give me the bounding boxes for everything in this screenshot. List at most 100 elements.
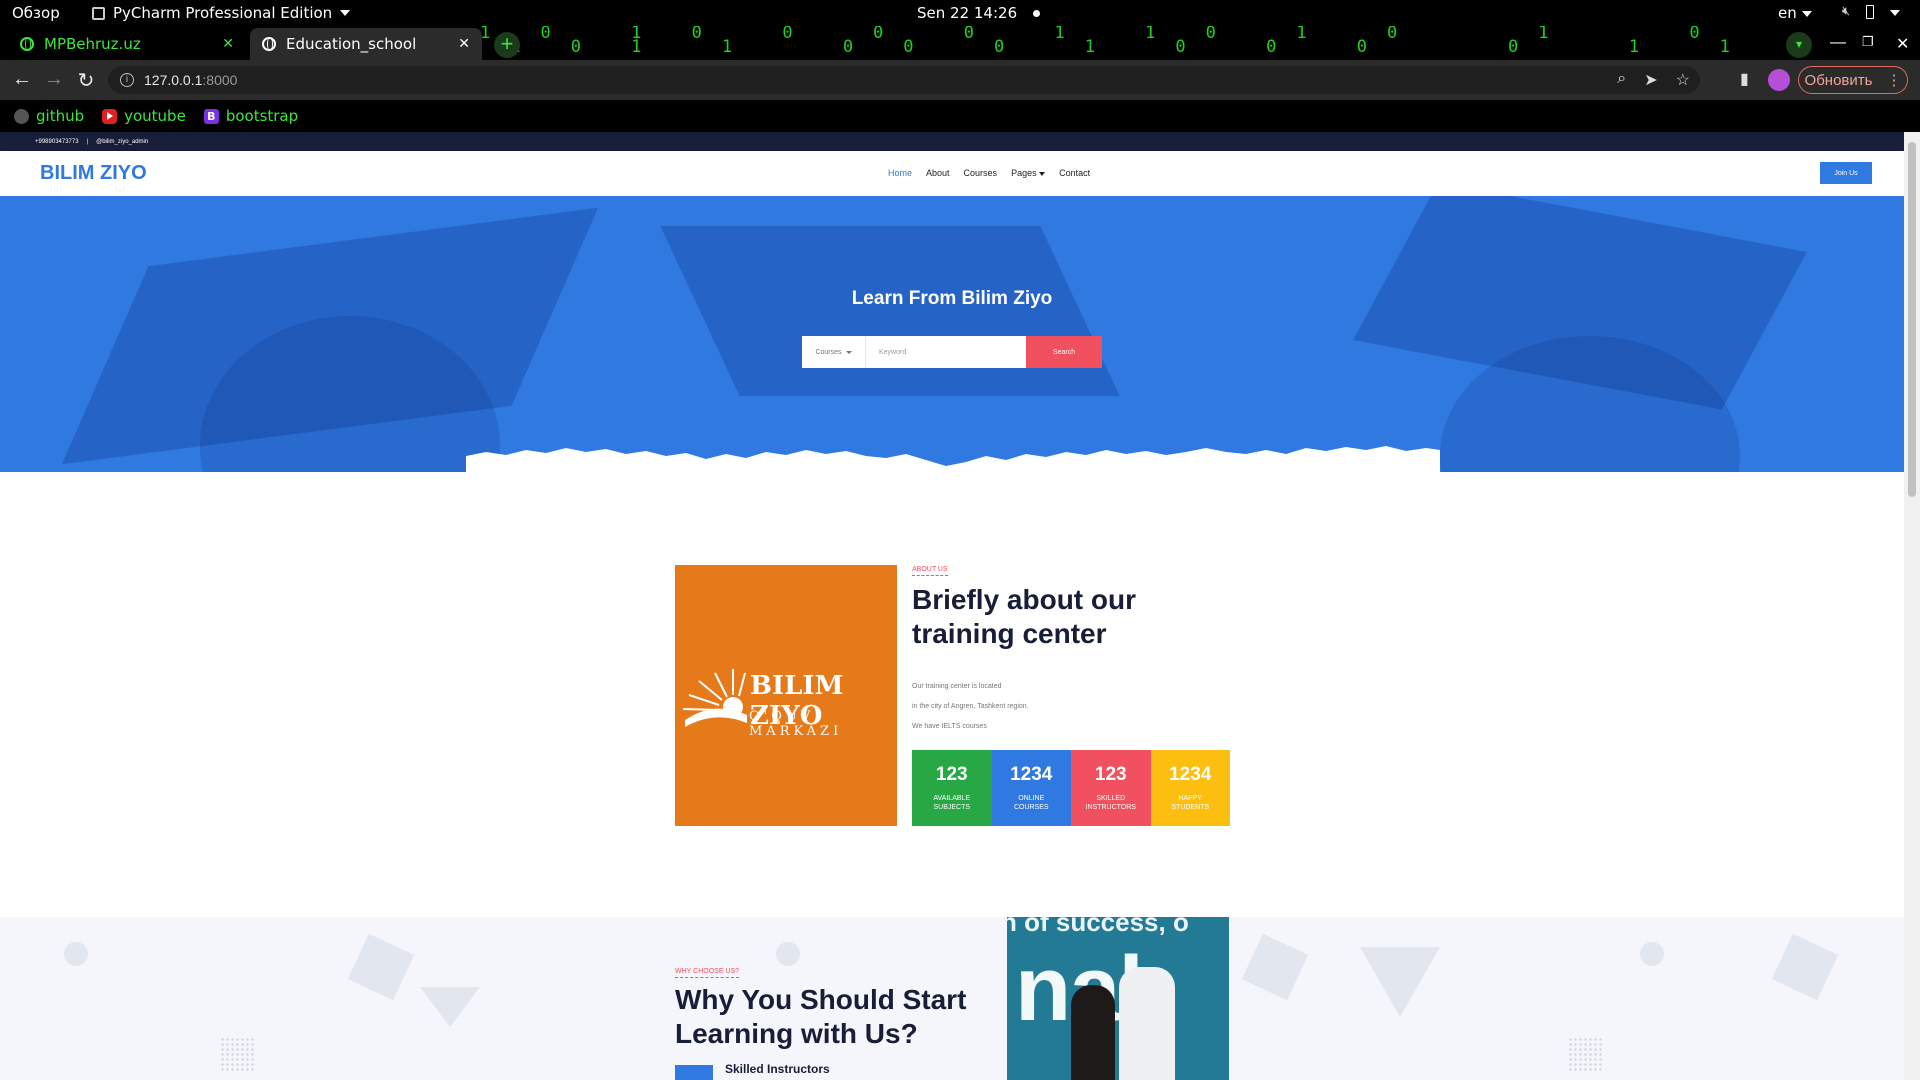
reload-icon[interactable]: ↻ <box>74 68 98 93</box>
new-tab-button[interactable]: + <box>494 32 520 58</box>
decorative-dots <box>1568 1037 1602 1071</box>
tab-mpbehruz[interactable]: MPBehruz.uz ✕ <box>8 28 246 60</box>
nav-pages[interactable]: Pages <box>1011 168 1046 178</box>
system-tray[interactable]: 🔇︎ <box>1842 4 1901 19</box>
language-selector[interactable]: en <box>1778 4 1812 22</box>
join-us-button[interactable]: Join Us <box>1820 162 1872 184</box>
update-button[interactable]: Обновить ⋮ <box>1798 66 1908 94</box>
url-port: :8000 <box>202 72 238 88</box>
course-category-select[interactable]: Courses <box>802 336 866 368</box>
feature-title: Skilled Instructors <box>725 1062 830 1076</box>
brand-logo[interactable]: BILIM ZIYO <box>40 162 147 185</box>
nav-courses[interactable]: Courses <box>964 168 998 178</box>
separator: | <box>86 138 89 145</box>
decorative-circle <box>776 942 800 966</box>
profile-avatar[interactable] <box>1768 69 1790 91</box>
why-kicker: WHY CHOOSE US? <box>675 968 740 978</box>
nav-home[interactable]: Home <box>888 168 912 178</box>
close-window-icon[interactable]: ✕ <box>1896 34 1909 54</box>
omnibox-actions: ⌕ ➤ ☆ <box>1617 70 1690 90</box>
url-text: 127.0.0.1:8000 <box>144 72 237 88</box>
close-tab-icon[interactable]: ✕ <box>458 36 470 52</box>
stats-row: 123 AVAILABLE SUBJECTS 1234 ONLINE COURS… <box>912 750 1230 826</box>
chevron-down-icon <box>1890 10 1901 16</box>
os-top-bar: Обзор PyCharm Professional Edition Sen 2… <box>0 0 1920 26</box>
student-figure <box>1071 985 1115 1080</box>
tab-education-school[interactable]: Education_school ✕ <box>250 28 482 60</box>
stat-label: SKILLED INSTRUCTORS <box>1085 795 1136 811</box>
youtube-icon <box>102 108 118 124</box>
phone-number[interactable]: +998903473773 <box>35 139 79 145</box>
select-label: Courses <box>815 348 842 356</box>
about-kicker: ABOUT US <box>912 566 948 576</box>
side-panel-icon[interactable]: ▮ <box>1740 69 1749 89</box>
page-scrollbar[interactable] <box>1904 132 1920 1080</box>
nav-contact[interactable]: Contact <box>1059 168 1090 178</box>
hero-title: Learn From Bilim Ziyo <box>851 288 1053 309</box>
why-heading: Why You Should Start Learning with Us? <box>675 984 967 1049</box>
send-icon[interactable]: ➤ <box>1644 70 1657 90</box>
tab-title: Education_school <box>286 35 417 53</box>
decorative-diamond <box>1241 933 1309 1001</box>
globe-icon <box>262 37 276 51</box>
restore-icon[interactable]: ❐ <box>1862 34 1874 50</box>
pycharm-icon <box>92 6 105 20</box>
chevron-down-icon <box>1039 171 1046 176</box>
stat-number: 123 <box>935 764 968 785</box>
stat-subjects: 123 AVAILABLE SUBJECTS <box>912 750 992 826</box>
about-paragraph: in the city of Angren, Tashkent region. <box>912 703 1029 710</box>
clock[interactable]: Sen 22 14:26 <box>917 4 1041 22</box>
keyword-input[interactable]: Keyword <box>866 336 1026 368</box>
decorative-diamond <box>1771 933 1839 1001</box>
volume-muted-icon: 🔇︎ <box>1842 4 1851 19</box>
site-info-icon[interactable]: i <box>120 73 134 87</box>
stat-number: 123 <box>1094 764 1127 785</box>
app-name: PyCharm Professional Edition <box>113 4 333 22</box>
bookmark-youtube[interactable]: youtube <box>102 107 186 125</box>
app-menu[interactable]: PyCharm Professional Edition <box>92 4 351 22</box>
stat-label: HAPPY STUDENTS <box>1171 795 1210 811</box>
tab-search-button[interactable]: ▾ <box>1786 32 1812 58</box>
site-navbar: BILIM ZIYO Home About Courses Pages Cont… <box>0 151 1904 196</box>
main-menu: Home About Courses Pages Contact <box>888 168 1090 178</box>
telegram-handle[interactable]: @bilim_ziyo_admin <box>96 139 148 145</box>
instructor-feature-icon <box>675 1065 713 1080</box>
page-viewport: +998903473773 | @bilim_ziyo_admin BILIM … <box>0 132 1904 1080</box>
course-search-form: Courses Keyword Search <box>802 336 1102 368</box>
search-button[interactable]: Search <box>1026 336 1102 368</box>
matrix-wallpaper: 1 0 1 0 0 0 0 1 1 0 1 0 1 0 1 0 1 1 0 1 … <box>480 26 1750 57</box>
forward-icon[interactable]: → <box>42 68 66 91</box>
chevron-down-icon <box>845 350 852 354</box>
decorative-circle <box>1640 942 1664 966</box>
chevron-down-icon <box>1801 10 1812 17</box>
language-label: en <box>1778 4 1797 22</box>
bookmark-github[interactable]: github <box>14 107 84 125</box>
bookmark-star-icon[interactable]: ☆ <box>1676 70 1690 90</box>
nav-pages-label: Pages <box>1011 168 1037 178</box>
minimize-icon[interactable]: — <box>1830 34 1846 52</box>
zoom-icon[interactable]: ⌕ <box>1617 70 1626 90</box>
more-menu-icon: ⋮ <box>1886 72 1902 89</box>
bookmark-label: github <box>36 107 85 125</box>
address-bar[interactable]: i 127.0.0.1:8000 ⌕ ➤ ☆ <box>108 66 1700 94</box>
activities-button[interactable]: Обзор <box>12 4 60 22</box>
bootstrap-icon: B <box>203 108 219 124</box>
stat-number: 1234 <box>1169 764 1212 785</box>
decorative-triangle <box>420 987 480 1027</box>
torn-paper-edge <box>466 446 1440 472</box>
contact-topbar: +998903473773 | @bilim_ziyo_admin <box>0 132 1904 151</box>
stat-number: 1234 <box>1010 764 1053 785</box>
decorative-dots <box>220 1037 254 1071</box>
bookmark-label: youtube <box>124 107 186 125</box>
hero-banner: Learn From Bilim Ziyo Courses Keyword Se… <box>0 196 1904 472</box>
students-photo: n of success, o nak <box>1007 917 1229 1080</box>
scrollbar-thumb[interactable] <box>1908 142 1916 497</box>
back-icon[interactable]: ← <box>10 68 34 91</box>
bookmark-bootstrap[interactable]: Bbootstrap <box>203 107 298 125</box>
tab-strip: 1 0 1 0 0 0 0 1 1 0 1 0 1 0 1 0 1 1 0 1 … <box>0 26 1920 60</box>
nav-about[interactable]: About <box>926 168 950 178</box>
about-heading: Briefly about our training center <box>912 584 1137 649</box>
stat-label: AVAILABLE SUBJECTS <box>933 795 971 811</box>
close-tab-icon[interactable]: ✕ <box>222 36 234 52</box>
url-host: 127.0.0.1 <box>144 72 203 88</box>
